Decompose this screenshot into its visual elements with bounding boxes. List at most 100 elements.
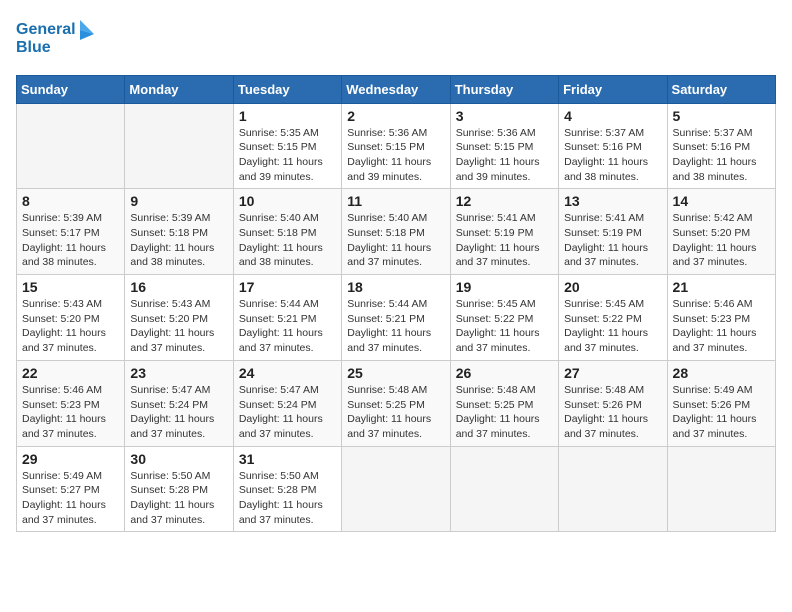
calendar-cell: 8 Sunrise: 5:39 AMSunset: 5:17 PMDayligh… bbox=[17, 189, 125, 275]
day-number: 15 bbox=[22, 279, 119, 295]
day-info: Sunrise: 5:40 AMSunset: 5:18 PMDaylight:… bbox=[347, 211, 444, 270]
day-number: 19 bbox=[456, 279, 553, 295]
week-row-1: 1 Sunrise: 5:35 AMSunset: 5:15 PMDayligh… bbox=[17, 103, 776, 189]
day-info: Sunrise: 5:36 AMSunset: 5:15 PMDaylight:… bbox=[347, 126, 444, 185]
weekday-thursday: Thursday bbox=[450, 75, 558, 103]
calendar-cell: 24 Sunrise: 5:47 AMSunset: 5:24 PMDaylig… bbox=[233, 360, 341, 446]
day-info: Sunrise: 5:40 AMSunset: 5:18 PMDaylight:… bbox=[239, 211, 336, 270]
day-info: Sunrise: 5:48 AMSunset: 5:25 PMDaylight:… bbox=[347, 383, 444, 442]
calendar-cell: 25 Sunrise: 5:48 AMSunset: 5:25 PMDaylig… bbox=[342, 360, 450, 446]
day-number: 31 bbox=[239, 451, 336, 467]
day-number: 10 bbox=[239, 193, 336, 209]
day-number: 12 bbox=[456, 193, 553, 209]
calendar-cell: 5 Sunrise: 5:37 AMSunset: 5:16 PMDayligh… bbox=[667, 103, 775, 189]
calendar-cell: 14 Sunrise: 5:42 AMSunset: 5:20 PMDaylig… bbox=[667, 189, 775, 275]
calendar-cell: 21 Sunrise: 5:46 AMSunset: 5:23 PMDaylig… bbox=[667, 275, 775, 361]
weekday-sunday: Sunday bbox=[17, 75, 125, 103]
calendar-cell: 11 Sunrise: 5:40 AMSunset: 5:18 PMDaylig… bbox=[342, 189, 450, 275]
day-info: Sunrise: 5:49 AMSunset: 5:27 PMDaylight:… bbox=[22, 469, 119, 528]
weekday-monday: Monday bbox=[125, 75, 233, 103]
day-info: Sunrise: 5:48 AMSunset: 5:26 PMDaylight:… bbox=[564, 383, 661, 442]
weekday-friday: Friday bbox=[559, 75, 667, 103]
day-number: 23 bbox=[130, 365, 227, 381]
day-number: 13 bbox=[564, 193, 661, 209]
calendar-cell: 1 Sunrise: 5:35 AMSunset: 5:15 PMDayligh… bbox=[233, 103, 341, 189]
day-info: Sunrise: 5:50 AMSunset: 5:28 PMDaylight:… bbox=[130, 469, 227, 528]
day-info: Sunrise: 5:46 AMSunset: 5:23 PMDaylight:… bbox=[673, 297, 770, 356]
day-number: 17 bbox=[239, 279, 336, 295]
day-info: Sunrise: 5:45 AMSunset: 5:22 PMDaylight:… bbox=[456, 297, 553, 356]
weekday-wednesday: Wednesday bbox=[342, 75, 450, 103]
day-info: Sunrise: 5:50 AMSunset: 5:28 PMDaylight:… bbox=[239, 469, 336, 528]
day-info: Sunrise: 5:45 AMSunset: 5:22 PMDaylight:… bbox=[564, 297, 661, 356]
calendar-cell: 3 Sunrise: 5:36 AMSunset: 5:15 PMDayligh… bbox=[450, 103, 558, 189]
calendar-cell: 10 Sunrise: 5:40 AMSunset: 5:18 PMDaylig… bbox=[233, 189, 341, 275]
day-info: Sunrise: 5:47 AMSunset: 5:24 PMDaylight:… bbox=[130, 383, 227, 442]
day-number: 16 bbox=[130, 279, 227, 295]
calendar-cell: 31 Sunrise: 5:50 AMSunset: 5:28 PMDaylig… bbox=[233, 446, 341, 532]
day-info: Sunrise: 5:43 AMSunset: 5:20 PMDaylight:… bbox=[22, 297, 119, 356]
day-number: 22 bbox=[22, 365, 119, 381]
day-info: Sunrise: 5:42 AMSunset: 5:20 PMDaylight:… bbox=[673, 211, 770, 270]
calendar-cell: 18 Sunrise: 5:44 AMSunset: 5:21 PMDaylig… bbox=[342, 275, 450, 361]
day-info: Sunrise: 5:39 AMSunset: 5:18 PMDaylight:… bbox=[130, 211, 227, 270]
day-number: 9 bbox=[130, 193, 227, 209]
week-row-2: 8 Sunrise: 5:39 AMSunset: 5:17 PMDayligh… bbox=[17, 189, 776, 275]
calendar-cell: 16 Sunrise: 5:43 AMSunset: 5:20 PMDaylig… bbox=[125, 275, 233, 361]
day-number: 5 bbox=[673, 108, 770, 124]
logo-text: General Blue bbox=[16, 16, 96, 63]
day-info: Sunrise: 5:35 AMSunset: 5:15 PMDaylight:… bbox=[239, 126, 336, 185]
week-row-5: 29 Sunrise: 5:49 AMSunset: 5:27 PMDaylig… bbox=[17, 446, 776, 532]
calendar-cell bbox=[17, 103, 125, 189]
day-info: Sunrise: 5:37 AMSunset: 5:16 PMDaylight:… bbox=[673, 126, 770, 185]
day-number: 30 bbox=[130, 451, 227, 467]
day-info: Sunrise: 5:41 AMSunset: 5:19 PMDaylight:… bbox=[456, 211, 553, 270]
weekday-header-row: SundayMondayTuesdayWednesdayThursdayFrid… bbox=[17, 75, 776, 103]
day-number: 4 bbox=[564, 108, 661, 124]
calendar-cell: 26 Sunrise: 5:48 AMSunset: 5:25 PMDaylig… bbox=[450, 360, 558, 446]
calendar-cell: 30 Sunrise: 5:50 AMSunset: 5:28 PMDaylig… bbox=[125, 446, 233, 532]
calendar-cell: 12 Sunrise: 5:41 AMSunset: 5:19 PMDaylig… bbox=[450, 189, 558, 275]
calendar-cell: 28 Sunrise: 5:49 AMSunset: 5:26 PMDaylig… bbox=[667, 360, 775, 446]
calendar-cell: 22 Sunrise: 5:46 AMSunset: 5:23 PMDaylig… bbox=[17, 360, 125, 446]
calendar-cell bbox=[125, 103, 233, 189]
calendar-cell: 2 Sunrise: 5:36 AMSunset: 5:15 PMDayligh… bbox=[342, 103, 450, 189]
day-info: Sunrise: 5:37 AMSunset: 5:16 PMDaylight:… bbox=[564, 126, 661, 185]
calendar-cell bbox=[667, 446, 775, 532]
calendar-table: SundayMondayTuesdayWednesdayThursdayFrid… bbox=[16, 75, 776, 533]
calendar-cell bbox=[559, 446, 667, 532]
day-number: 27 bbox=[564, 365, 661, 381]
calendar-cell: 4 Sunrise: 5:37 AMSunset: 5:16 PMDayligh… bbox=[559, 103, 667, 189]
day-info: Sunrise: 5:44 AMSunset: 5:21 PMDaylight:… bbox=[347, 297, 444, 356]
day-number: 14 bbox=[673, 193, 770, 209]
logo: General Blue bbox=[16, 16, 96, 63]
day-number: 24 bbox=[239, 365, 336, 381]
day-number: 2 bbox=[347, 108, 444, 124]
week-row-3: 15 Sunrise: 5:43 AMSunset: 5:20 PMDaylig… bbox=[17, 275, 776, 361]
calendar-cell: 15 Sunrise: 5:43 AMSunset: 5:20 PMDaylig… bbox=[17, 275, 125, 361]
day-number: 11 bbox=[347, 193, 444, 209]
calendar-cell: 9 Sunrise: 5:39 AMSunset: 5:18 PMDayligh… bbox=[125, 189, 233, 275]
calendar-cell: 23 Sunrise: 5:47 AMSunset: 5:24 PMDaylig… bbox=[125, 360, 233, 446]
week-row-4: 22 Sunrise: 5:46 AMSunset: 5:23 PMDaylig… bbox=[17, 360, 776, 446]
day-number: 8 bbox=[22, 193, 119, 209]
calendar-cell: 20 Sunrise: 5:45 AMSunset: 5:22 PMDaylig… bbox=[559, 275, 667, 361]
day-number: 26 bbox=[456, 365, 553, 381]
calendar-cell: 19 Sunrise: 5:45 AMSunset: 5:22 PMDaylig… bbox=[450, 275, 558, 361]
day-info: Sunrise: 5:44 AMSunset: 5:21 PMDaylight:… bbox=[239, 297, 336, 356]
calendar-cell: 17 Sunrise: 5:44 AMSunset: 5:21 PMDaylig… bbox=[233, 275, 341, 361]
calendar-cell bbox=[342, 446, 450, 532]
calendar-cell: 13 Sunrise: 5:41 AMSunset: 5:19 PMDaylig… bbox=[559, 189, 667, 275]
weekday-saturday: Saturday bbox=[667, 75, 775, 103]
day-info: Sunrise: 5:48 AMSunset: 5:25 PMDaylight:… bbox=[456, 383, 553, 442]
calendar-cell: 27 Sunrise: 5:48 AMSunset: 5:26 PMDaylig… bbox=[559, 360, 667, 446]
day-info: Sunrise: 5:47 AMSunset: 5:24 PMDaylight:… bbox=[239, 383, 336, 442]
svg-text:Blue: Blue bbox=[16, 39, 51, 56]
logo-svg: General Blue bbox=[16, 16, 96, 58]
day-info: Sunrise: 5:36 AMSunset: 5:15 PMDaylight:… bbox=[456, 126, 553, 185]
calendar-cell bbox=[450, 446, 558, 532]
day-number: 25 bbox=[347, 365, 444, 381]
weekday-tuesday: Tuesday bbox=[233, 75, 341, 103]
day-info: Sunrise: 5:49 AMSunset: 5:26 PMDaylight:… bbox=[673, 383, 770, 442]
calendar-cell: 29 Sunrise: 5:49 AMSunset: 5:27 PMDaylig… bbox=[17, 446, 125, 532]
